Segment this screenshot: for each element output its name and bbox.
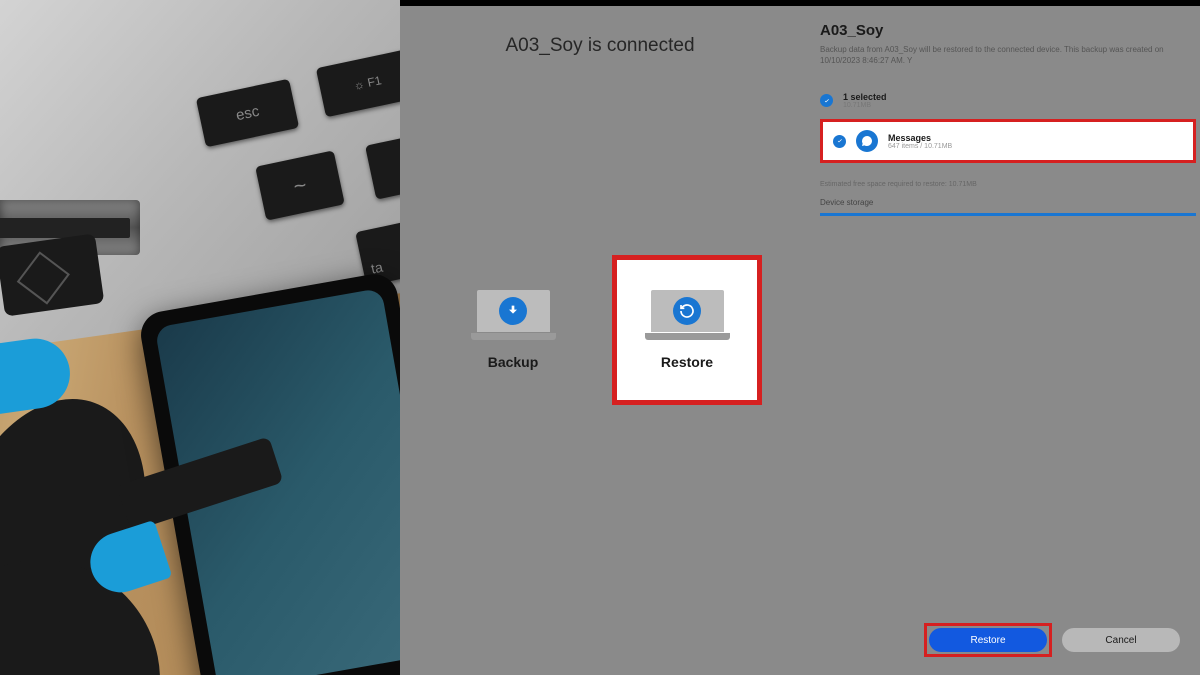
- restore-option[interactable]: Restore: [612, 255, 762, 405]
- connection-panel: A03_Soy is connected Backup: [400, 0, 800, 675]
- restore-button[interactable]: Restore: [929, 628, 1047, 652]
- esc-key: esc: [196, 79, 299, 148]
- messages-icon: [856, 130, 878, 152]
- backup-description: Backup data from A03_Soy will be restore…: [820, 44, 1200, 66]
- restore-label: Restore: [661, 354, 713, 370]
- free-space-text: Estimated free space required to restore…: [820, 181, 1200, 188]
- checkmark-icon: [833, 135, 846, 148]
- restore-circular-icon: [673, 297, 701, 325]
- selection-summary[interactable]: 1 selected 10.71MB: [820, 88, 1200, 113]
- connection-title: A03_Soy is connected: [400, 35, 800, 57]
- cancel-button[interactable]: Cancel: [1062, 628, 1180, 652]
- f1-key: ☼ F1: [316, 49, 400, 118]
- storage-label: Device storage: [820, 198, 1200, 207]
- checkmark-icon: [820, 94, 833, 107]
- selected-size: 10.71MB: [843, 102, 887, 109]
- item-detail: 647 items / 10.71MB: [888, 143, 952, 150]
- download-arrow-icon: [499, 297, 527, 325]
- device-name: A03_Soy: [820, 22, 1200, 39]
- laptop-restore-icon: [645, 290, 730, 340]
- restore-details-panel: A03_Soy Backup data from A03_Soy will be…: [800, 0, 1200, 675]
- backup-option[interactable]: Backup: [438, 255, 588, 405]
- photo-laptop-phone-cables: esc ☼ F1 ! ~ ta: [0, 0, 400, 675]
- exclamation-key: !: [365, 131, 400, 199]
- messages-item[interactable]: Messages 647 items / 10.71MB: [820, 119, 1196, 163]
- backup-label: Backup: [488, 354, 539, 370]
- tilde-key: ~: [255, 150, 345, 220]
- storage-bar: [820, 213, 1196, 216]
- item-name: Messages: [888, 133, 952, 143]
- laptop-backup-icon: [471, 290, 556, 340]
- selected-count: 1 selected: [843, 92, 887, 102]
